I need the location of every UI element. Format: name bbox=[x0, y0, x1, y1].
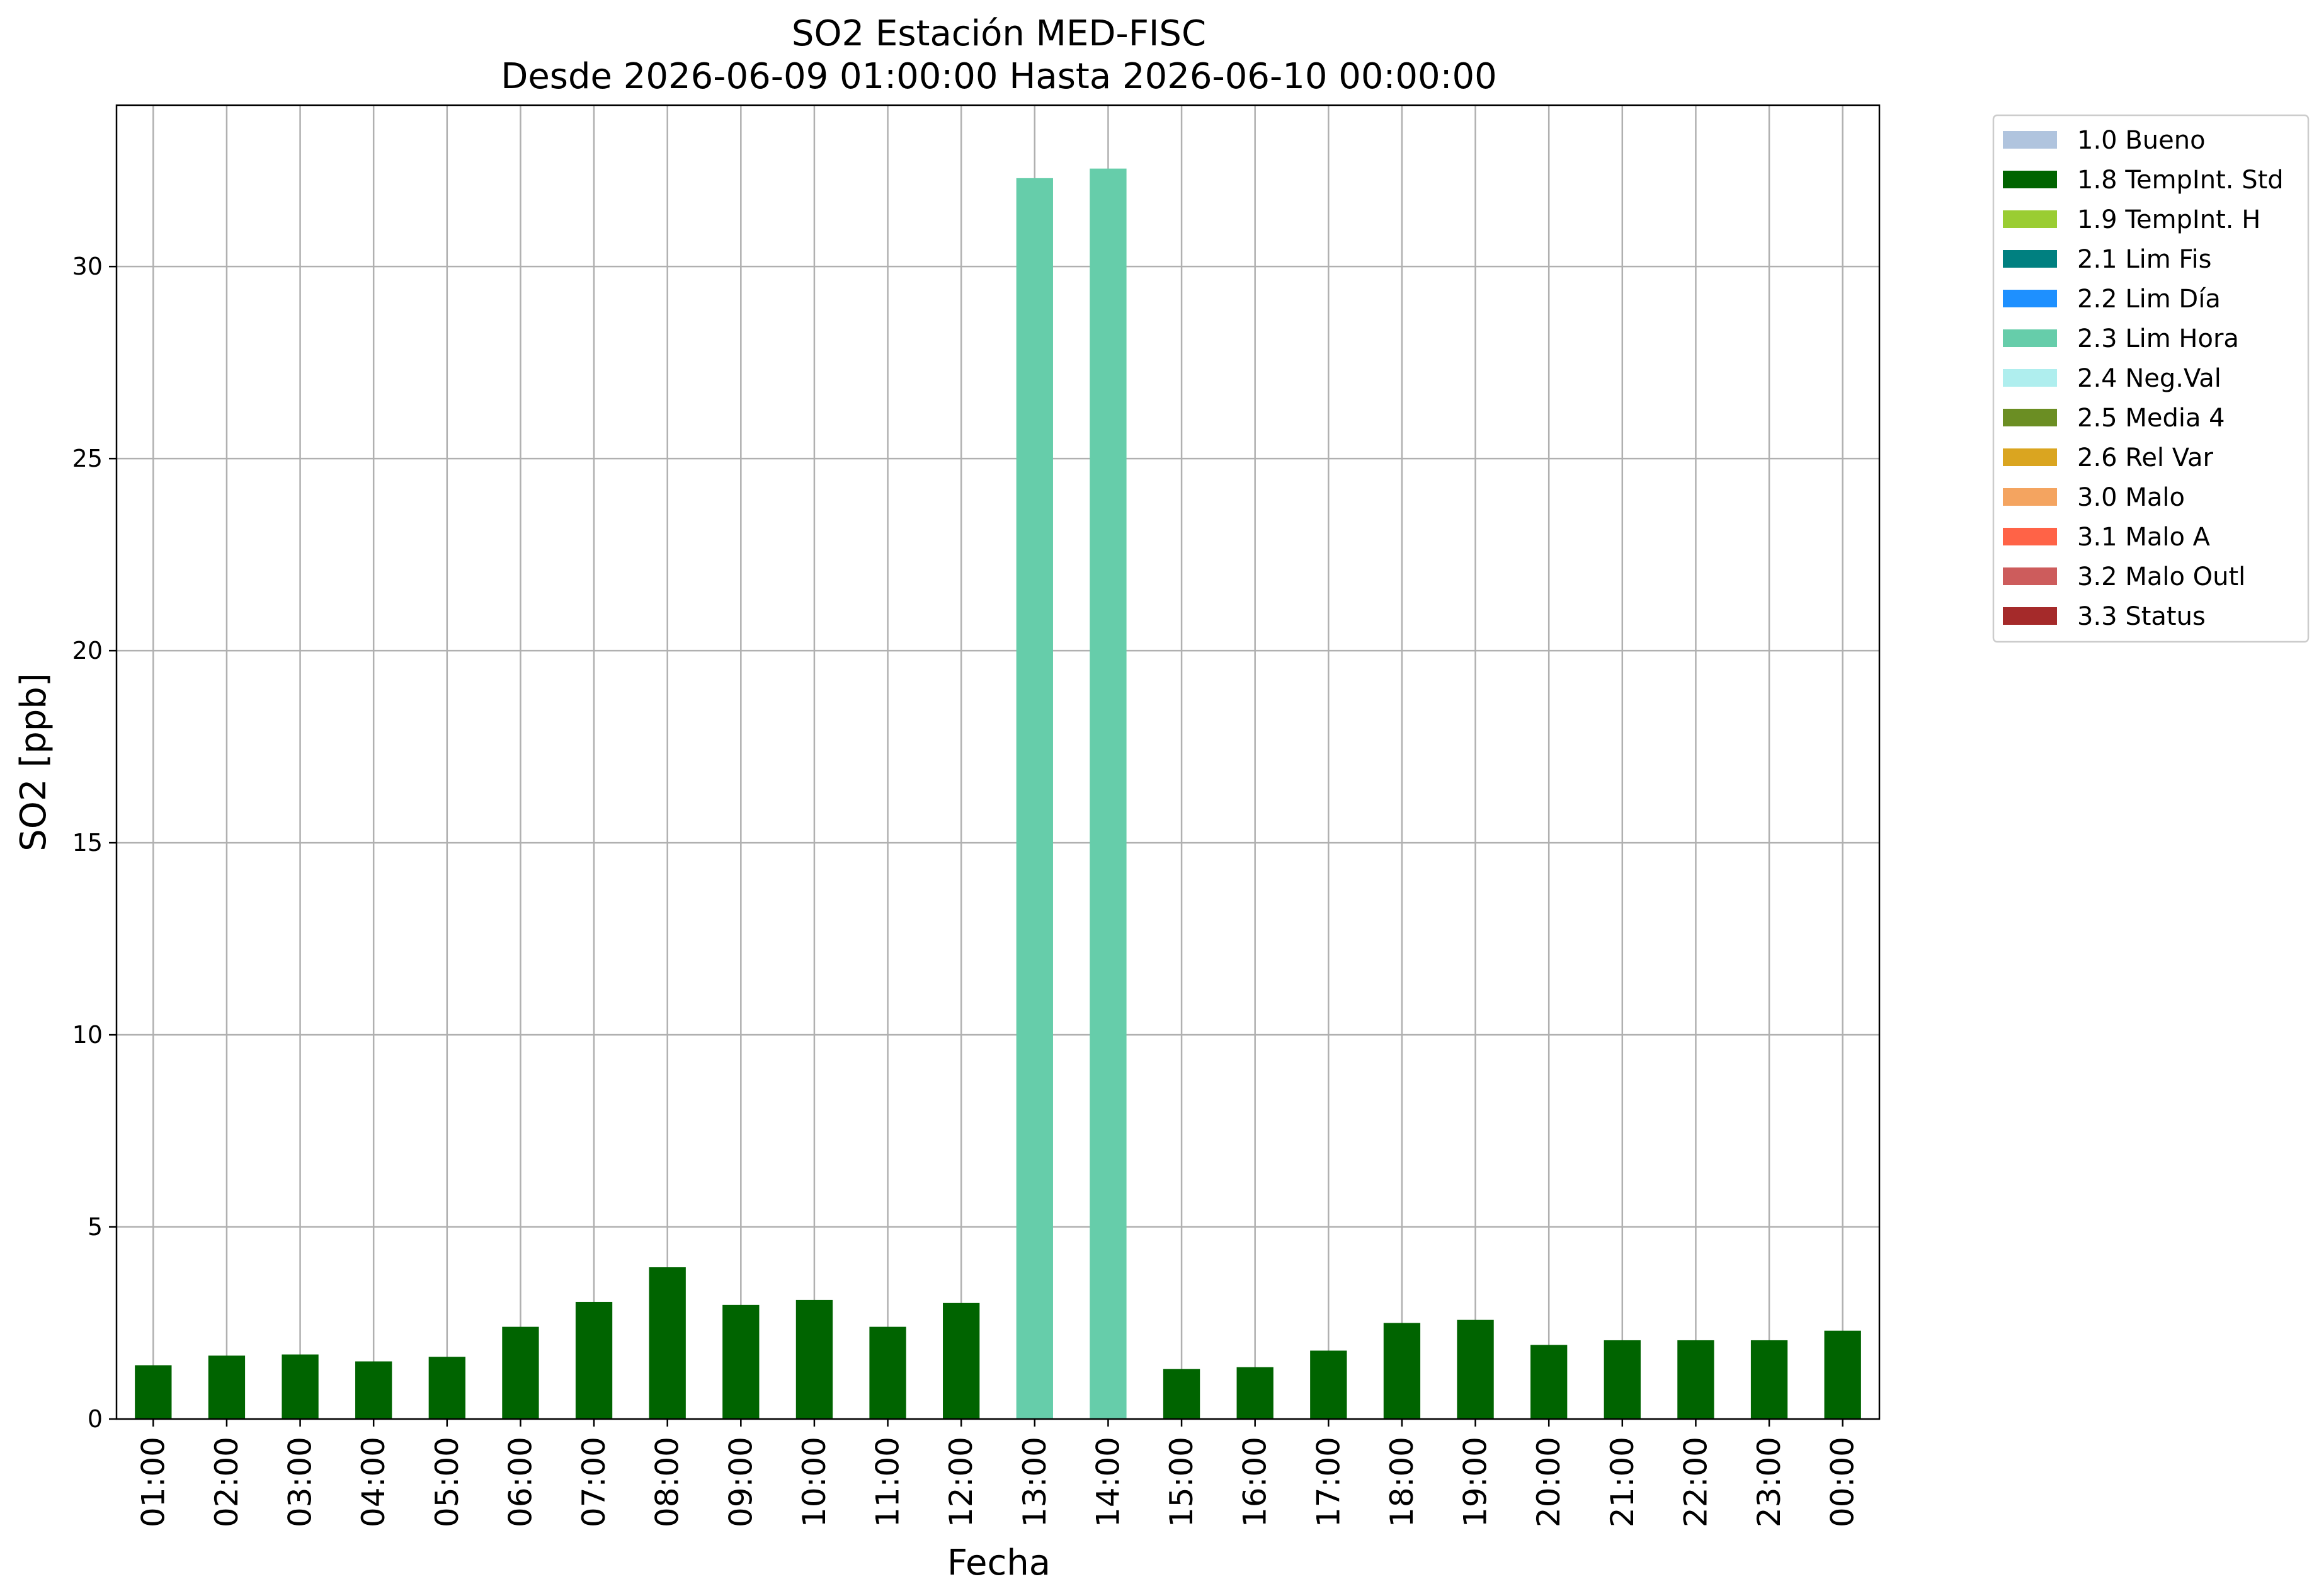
x-tick-label: 17:00 bbox=[1310, 1437, 1347, 1527]
legend-swatch bbox=[2003, 567, 2057, 585]
bar bbox=[1604, 1340, 1641, 1419]
x-tick-label: 12:00 bbox=[943, 1437, 979, 1527]
x-tick-label: 19:00 bbox=[1457, 1437, 1494, 1527]
legend-swatch bbox=[2003, 448, 2057, 466]
x-tick-label: 20:00 bbox=[1530, 1437, 1567, 1527]
bar bbox=[649, 1267, 686, 1419]
x-tick-label: 11:00 bbox=[870, 1437, 906, 1527]
legend-swatch bbox=[2003, 131, 2057, 149]
legend-label: 2.3 Lim Hora bbox=[2077, 324, 2239, 353]
legend-label: 3.1 Malo A bbox=[2077, 523, 2211, 552]
chart-subtitle: Desde 2026-06-09 01:00:00 Hasta 2026-06-… bbox=[501, 56, 1497, 97]
x-tick-label: 08:00 bbox=[649, 1437, 686, 1527]
legend-swatch bbox=[2003, 210, 2057, 228]
x-tick-label: 22:00 bbox=[1677, 1437, 1714, 1527]
bar bbox=[1677, 1340, 1714, 1419]
bar bbox=[1750, 1340, 1788, 1419]
bar bbox=[795, 1299, 833, 1419]
x-tick-label: 01:00 bbox=[135, 1437, 171, 1527]
bar bbox=[282, 1354, 319, 1419]
x-axis-label: Fecha bbox=[947, 1542, 1051, 1583]
y-axis-ticks: 0 5 10 15 20 25 30 bbox=[72, 253, 117, 1433]
bar bbox=[1236, 1367, 1273, 1419]
legend-label: 1.9 TempInt. H bbox=[2077, 205, 2260, 234]
grid-lines bbox=[117, 105, 1879, 1420]
bar bbox=[943, 1302, 980, 1419]
bar bbox=[1383, 1323, 1421, 1419]
x-tick-label: 02:00 bbox=[208, 1437, 245, 1527]
bar bbox=[1457, 1320, 1494, 1419]
x-axis-ticks: 01:00 02:00 03:00 04:00 05:00 06:00 07:00 08:00… bbox=[135, 1419, 1861, 1527]
x-tick-label: 06:00 bbox=[502, 1437, 538, 1527]
legend-swatch bbox=[2003, 250, 2057, 268]
y-tick-label: 25 bbox=[72, 445, 103, 472]
legend-swatch bbox=[2003, 290, 2057, 307]
bar bbox=[1310, 1350, 1347, 1419]
legend-label: 1.0 Bueno bbox=[2077, 126, 2206, 155]
legend-label: 2.5 Media 4 bbox=[2077, 404, 2225, 433]
so2-bar-chart: SO2 Estación MED-FISC Desde 2026-06-09 0… bbox=[13, 13, 2310, 1583]
x-tick-label: 00:00 bbox=[1825, 1437, 1861, 1527]
bar bbox=[1530, 1345, 1568, 1419]
legend-swatch bbox=[2003, 171, 2057, 188]
legend-swatch bbox=[2003, 488, 2057, 506]
bar bbox=[1016, 178, 1053, 1419]
legend-label: 2.6 Rel Var bbox=[2077, 443, 2214, 472]
y-tick-label: 30 bbox=[72, 253, 103, 280]
y-tick-label: 0 bbox=[88, 1405, 103, 1433]
x-tick-label: 09:00 bbox=[722, 1437, 759, 1527]
chart-title: SO2 Estación MED-FISC bbox=[792, 13, 1206, 54]
x-tick-label: 14:00 bbox=[1090, 1437, 1126, 1527]
legend-swatch bbox=[2003, 607, 2057, 625]
plot-area-frame bbox=[115, 104, 1881, 1420]
y-tick-label: 20 bbox=[72, 637, 103, 664]
x-tick-label: 07:00 bbox=[576, 1437, 612, 1527]
legend-label: 2.4 Neg.Val bbox=[2077, 364, 2221, 393]
legend-swatch bbox=[2003, 329, 2057, 347]
bar bbox=[208, 1355, 246, 1419]
bar bbox=[1090, 168, 1127, 1419]
bar bbox=[1163, 1369, 1200, 1419]
x-tick-label: 18:00 bbox=[1384, 1437, 1420, 1527]
y-tick-label: 5 bbox=[88, 1213, 103, 1241]
legend-label: 2.1 Lim Fis bbox=[2077, 245, 2211, 274]
bar bbox=[135, 1365, 172, 1419]
bar bbox=[722, 1304, 760, 1419]
bar bbox=[575, 1301, 613, 1419]
x-tick-label: 13:00 bbox=[1017, 1437, 1053, 1527]
y-tick-label: 10 bbox=[72, 1021, 103, 1049]
bar bbox=[869, 1326, 906, 1419]
legend-swatch bbox=[2003, 409, 2057, 426]
legend-label: 3.0 Malo bbox=[2077, 483, 2185, 512]
bar bbox=[428, 1357, 465, 1419]
bar bbox=[355, 1361, 392, 1419]
x-tick-label: 05:00 bbox=[429, 1437, 465, 1527]
y-tick-label: 15 bbox=[72, 829, 103, 857]
x-tick-label: 10:00 bbox=[796, 1437, 833, 1527]
y-axis-label: SO2 [ppb] bbox=[13, 673, 54, 851]
legend-label: 1.8 TempInt. Std bbox=[2077, 166, 2284, 195]
legend-label: 3.2 Malo Outl bbox=[2077, 562, 2245, 591]
x-tick-label: 23:00 bbox=[1751, 1437, 1787, 1527]
bar bbox=[502, 1326, 539, 1419]
x-tick-label: 15:00 bbox=[1163, 1437, 1200, 1527]
legend: 1.0 Bueno 1.8 TempInt. Std 1.9 TempInt. H 2… bbox=[1992, 114, 2310, 643]
legend-swatch bbox=[2003, 528, 2057, 545]
legend-label: 3.3 Status bbox=[2077, 602, 2206, 631]
legend-label: 2.2 Lim Día bbox=[2077, 285, 2221, 314]
x-tick-label: 16:00 bbox=[1237, 1437, 1273, 1527]
x-tick-label: 04:00 bbox=[355, 1437, 392, 1527]
bars bbox=[135, 168, 1861, 1419]
bar bbox=[1824, 1330, 1861, 1419]
x-tick-label: 03:00 bbox=[282, 1437, 319, 1527]
x-tick-label: 21:00 bbox=[1604, 1437, 1641, 1527]
legend-swatch bbox=[2003, 369, 2057, 387]
